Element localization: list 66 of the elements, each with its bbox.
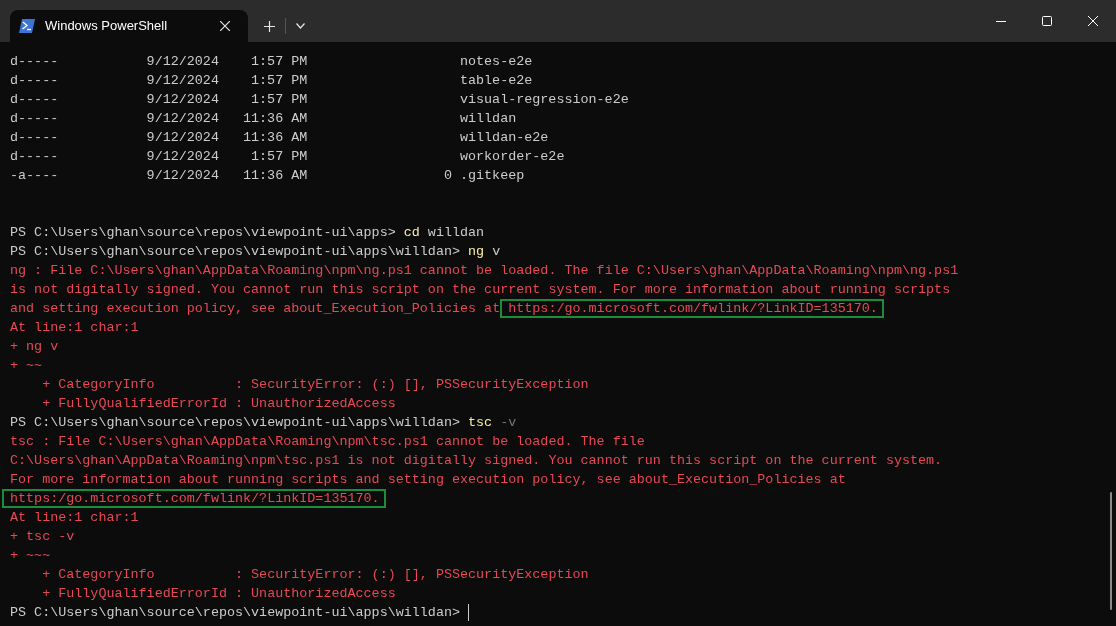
error-text: is not digitally signed. You cannot run this script on the current system. For more information about running scripts	[10, 281, 951, 299]
time-cell-text: 1:57 PM	[251, 148, 308, 166]
time-cell-text: 11:36 AM	[243, 129, 308, 147]
name-cell-text: .gitkeep	[459, 167, 525, 185]
date-cell-text: 9/12/2024	[146, 91, 219, 109]
scrollbar-thumb[interactable]	[1110, 492, 1112, 610]
error-text: and setting execution policy, see about_Execution_Policies at	[10, 300, 502, 318]
name-cell-text: willdan	[459, 110, 517, 128]
prompt-text: PS C:\Users\ghan\source\repos\viewpoint-ui\apps\willdan>	[10, 604, 461, 622]
time-cell-text: 11:36 AM	[243, 110, 308, 128]
error-text: ng : File C:\Users\ghan\AppData\Roaming\npm\ng.ps1 cannot be loaded. The file C:\Users\ghan\AppData\Roaming\npm\ng.ps1	[10, 262, 959, 280]
length-cell-text: 0	[443, 167, 452, 185]
error-text: At line:1 char:1	[10, 509, 139, 527]
date-cell-text: 9/12/2024	[146, 167, 219, 185]
error-text: + FullyQualifiedErrorId : UnauthorizedAccess	[41, 585, 396, 603]
tab-title: Windows PowerShell	[45, 17, 169, 36]
prompt-text: PS C:\Users\ghan\source\repos\viewpoint-ui\apps>	[10, 224, 397, 242]
tab[interactable]: Windows PowerShell	[10, 10, 248, 42]
time-cell-text: 1:57 PM	[251, 91, 308, 109]
error-text: At line:1 char:1	[10, 319, 139, 337]
mode-cell-text: d-----	[10, 72, 60, 90]
close-icon[interactable]	[220, 21, 230, 31]
mode-cell-text: d-----	[10, 110, 60, 128]
name-cell-text: willdan-e2e	[459, 129, 549, 147]
date-cell-text: 9/12/2024	[146, 148, 219, 166]
name-cell-text: table-e2e	[459, 72, 533, 90]
error-text: For more information about running scripts and setting execution policy, see about_Execution_Policies at	[10, 471, 846, 489]
date-cell-text: 9/12/2024	[146, 110, 219, 128]
mode-cell-text: d-----	[10, 129, 60, 147]
name-cell-text: notes-e2e	[459, 53, 533, 71]
error-text: + FullyQualifiedErrorId : UnauthorizedAccess	[41, 395, 396, 413]
error-text: + CategoryInfo : SecurityError: (:) [], PSSecurityException	[41, 566, 589, 584]
maximize-icon[interactable]	[1042, 16, 1052, 26]
mode-cell-text: -a----	[10, 167, 60, 185]
date-cell-text: 9/12/2024	[146, 53, 219, 71]
prompt-text: PS C:\Users\ghan\source\repos\viewpoint-ui\apps\willdan>	[10, 414, 461, 432]
error-text: tsc : File C:\Users\ghan\AppData\Roaming\npm\tsc.ps1 cannot be loaded. The file	[10, 433, 645, 451]
name-cell-text: workorder-e2e	[459, 148, 565, 166]
parameter-text: -v	[499, 414, 517, 432]
mode-cell-text: d-----	[10, 91, 60, 109]
minimize-icon[interactable]	[996, 20, 1006, 22]
date-cell-text: 9/12/2024	[146, 129, 219, 147]
date-cell-text: 9/12/2024	[146, 72, 219, 90]
error-text: + CategoryInfo : SecurityError: (:) [], PSSecurityException	[41, 376, 589, 394]
highlighted-link[interactable]: https:/go.microsoft.com/fwlink/?LinkID=135170.	[500, 299, 884, 318]
error-text: + ~~~	[10, 547, 51, 565]
chevron-down-icon[interactable]	[296, 23, 305, 29]
command-text: cd	[403, 224, 420, 242]
error-text: + ~~	[10, 357, 43, 375]
time-cell-text: 1:57 PM	[251, 53, 308, 71]
time-cell-text: 11:36 AM	[243, 167, 308, 185]
mode-cell-text: d-----	[10, 53, 60, 71]
plus-icon[interactable]	[264, 20, 275, 32]
argument-text: willdan	[426, 224, 485, 242]
command-text: tsc	[468, 414, 493, 432]
argument-text: v	[491, 243, 501, 261]
command-text: ng	[468, 243, 485, 261]
error-text: C:\Users\ghan\AppData\Roaming\npm\tsc.ps1 is not digitally signed. You cannot run this script on the current system.	[10, 452, 943, 470]
highlighted-link[interactable]: https:/go.microsoft.com/fwlink/?LinkID=135170.	[2, 489, 386, 508]
time-cell-text: 1:57 PM	[251, 72, 308, 90]
mode-cell-text: d-----	[10, 148, 60, 166]
prompt-text: PS C:\Users\ghan\source\repos\viewpoint-ui\apps\willdan>	[10, 243, 461, 261]
name-cell-text: visual-regression-e2e	[459, 91, 629, 109]
error-text: + tsc -v	[10, 528, 75, 546]
powershell-icon	[19, 19, 35, 33]
error-text: + ng v	[10, 338, 59, 356]
